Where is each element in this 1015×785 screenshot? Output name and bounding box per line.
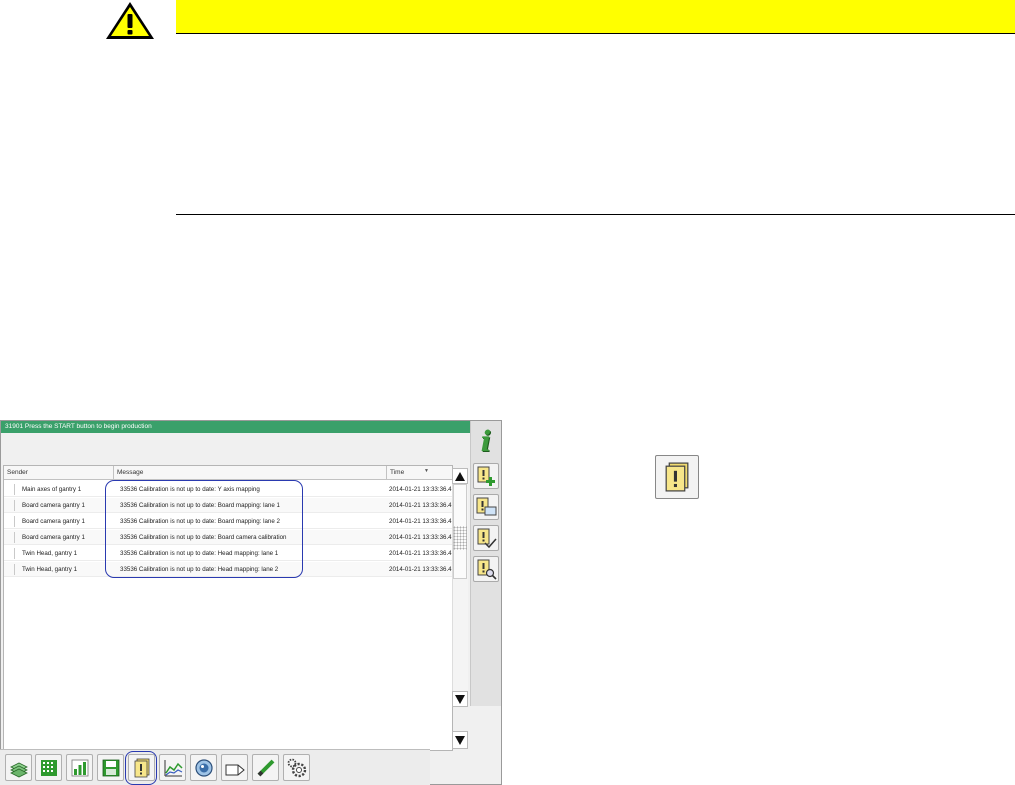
cell-time: 2014-01-21 13:33:36.4 (389, 518, 452, 525)
messages-icon (665, 462, 689, 492)
arrow-down-icon (455, 735, 465, 745)
info-button[interactable]: i (473, 424, 499, 458)
message-search-button[interactable] (473, 556, 499, 582)
cell-sender: Main axes of gantry 1 (22, 486, 82, 493)
status-bar: 31901 Press the START button to begin pr… (1, 421, 471, 433)
nozzle-button[interactable] (252, 754, 279, 781)
chart-icon (164, 759, 183, 776)
message-acknowledge-button[interactable] (473, 525, 499, 551)
cell-time: 2014-01-21 13:33:36.4 (389, 502, 452, 509)
message-screen-button[interactable] (473, 494, 499, 520)
sort-arrow-icon: ▼ (424, 468, 429, 474)
cell-sender: Board camera gantry 1 (22, 518, 85, 525)
save-icon (102, 759, 119, 776)
statistics-button[interactable] (66, 754, 93, 781)
message-search-icon (477, 559, 497, 580)
info-icon: i (480, 424, 492, 458)
machine-screen: 31901 Press the START button to begin pr… (0, 420, 502, 785)
column-header-message[interactable]: Message (114, 466, 387, 480)
cell-sender: Twin Head, gantry 1 (22, 566, 78, 573)
message-acknowledge-icon (477, 528, 497, 549)
board-grid-button[interactable] (35, 754, 62, 781)
add-message-button[interactable] (473, 463, 499, 489)
scroll-up-button[interactable] (452, 468, 468, 484)
feeder-button[interactable] (221, 754, 248, 781)
settings-button[interactable] (283, 754, 310, 781)
cell-time: 2014-01-21 13:33:36.4 (389, 486, 452, 493)
add-message-icon (477, 466, 495, 486)
message-screen-icon (476, 497, 497, 516)
feeder-icon (225, 764, 245, 775)
chart-button[interactable] (159, 754, 186, 781)
cell-sender: Board camera gantry 1 (22, 502, 85, 509)
messages-button-highlight (125, 751, 157, 785)
production-icon (9, 762, 28, 777)
warning-header-bar (176, 0, 1015, 34)
warning-divider (176, 214, 1015, 215)
column-header-sender[interactable]: Sender (4, 466, 114, 480)
arrow-down-icon (455, 694, 465, 704)
save-button[interactable] (97, 754, 124, 781)
arrow-up-icon (455, 471, 465, 481)
scrollbar-grip-icon (453, 526, 467, 550)
page-down-button[interactable] (452, 731, 468, 749)
camera-icon (194, 758, 213, 777)
board-grid-icon (40, 759, 57, 776)
cell-time: 2014-01-21 13:33:36.4 (389, 566, 452, 573)
warning-triangle-icon (106, 2, 154, 39)
column-header-time[interactable]: Time (387, 466, 452, 480)
messages-callout (655, 455, 699, 499)
cell-sender: Board camera gantry 1 (22, 534, 85, 541)
production-button[interactable] (5, 754, 32, 781)
nozzle-icon (257, 759, 274, 776)
camera-button[interactable] (190, 754, 217, 781)
statistics-icon (71, 759, 88, 776)
cell-time: 2014-01-21 13:33:36.4 (389, 534, 452, 541)
message-highlight (105, 480, 303, 578)
cell-sender: Twin Head, gantry 1 (22, 550, 78, 557)
scroll-down-button[interactable] (452, 691, 468, 707)
settings-icon (287, 758, 306, 777)
cell-time: 2014-01-21 13:33:36.4 (389, 550, 452, 557)
